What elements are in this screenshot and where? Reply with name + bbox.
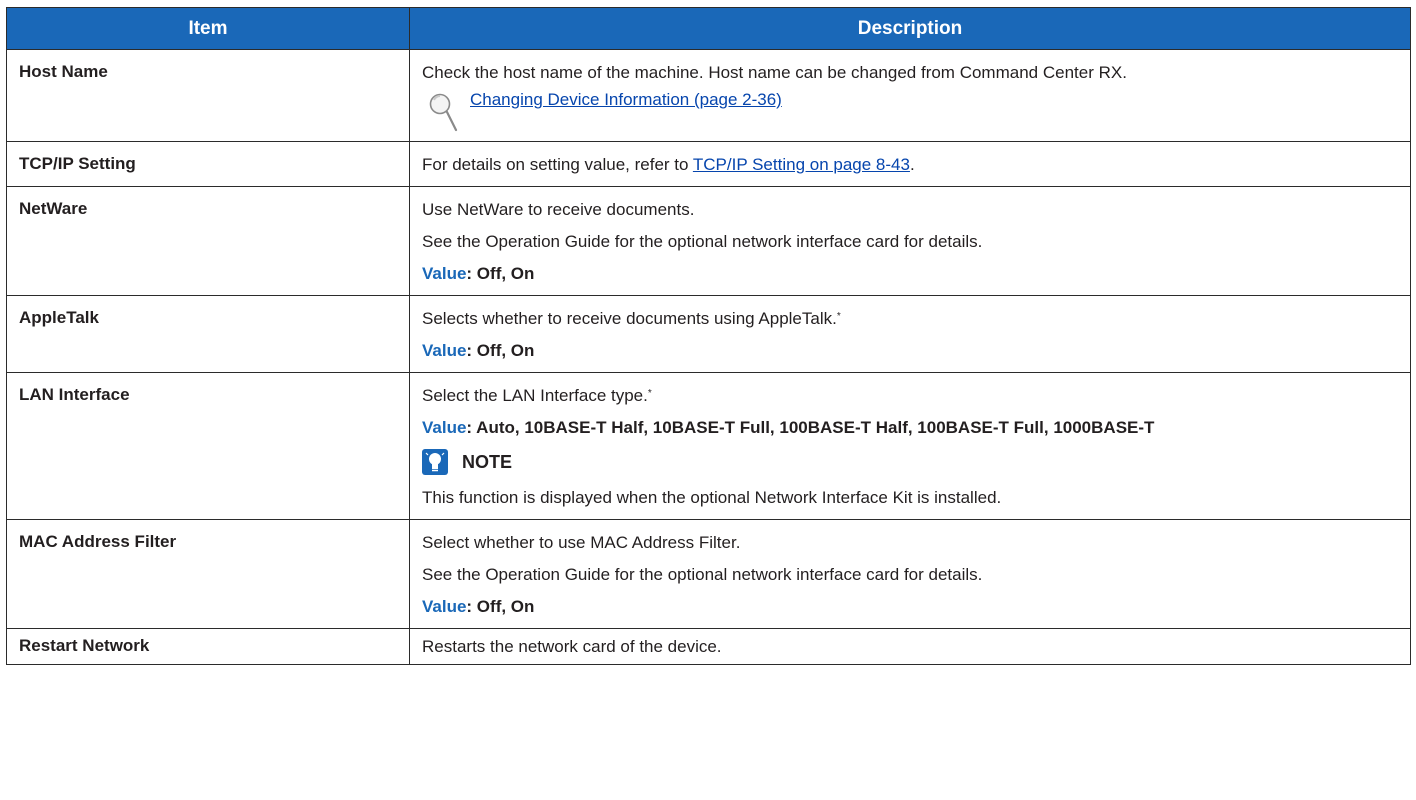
column-header-item: Item bbox=[6, 7, 410, 50]
table-row: Host Name Check the host name of the mac… bbox=[6, 49, 1411, 142]
item-name: Host Name bbox=[6, 49, 410, 142]
note-lightbulb-icon bbox=[422, 449, 448, 475]
footnote-marker: * bbox=[836, 311, 841, 322]
item-description: Restarts the network card of the device. bbox=[409, 628, 1411, 665]
value-line: Value: Off, On bbox=[422, 341, 535, 360]
reference-row: Changing Device Information (page 2-36) bbox=[422, 90, 1398, 134]
note-title: NOTE bbox=[462, 451, 513, 472]
item-name: MAC Address Filter bbox=[6, 519, 410, 629]
item-name: AppleTalk bbox=[6, 295, 410, 373]
column-header-description: Description bbox=[409, 7, 1411, 50]
item-name: TCP/IP Setting bbox=[6, 141, 410, 187]
item-name: LAN Interface bbox=[6, 372, 410, 520]
table-row: AppleTalk Selects whether to receive doc… bbox=[6, 295, 1411, 373]
table-header-row: Item Description bbox=[6, 7, 1411, 50]
description-text: Use NetWare to receive documents. bbox=[422, 200, 695, 219]
value-line: Value: Off, On bbox=[422, 597, 535, 616]
description-text: Check the host name of the machine. Host… bbox=[422, 63, 1127, 82]
item-name: NetWare bbox=[6, 186, 410, 296]
item-description: Use NetWare to receive documents. See th… bbox=[409, 186, 1411, 296]
item-name: Restart Network bbox=[6, 628, 410, 665]
description-text: Restarts the network card of the device. bbox=[422, 637, 722, 656]
description-text: For details on setting value, refer to T… bbox=[422, 155, 915, 174]
note-text: This function is displayed when the opti… bbox=[422, 488, 1002, 507]
description-text: See the Operation Guide for the optional… bbox=[422, 565, 983, 584]
table-row: LAN Interface Select the LAN Interface t… bbox=[6, 372, 1411, 520]
description-text: Select whether to use MAC Address Filter… bbox=[422, 533, 741, 552]
item-description: Check the host name of the machine. Host… bbox=[409, 49, 1411, 142]
value-line: Value: Off, On bbox=[422, 264, 535, 283]
reference-link[interactable]: Changing Device Information (page 2-36) bbox=[470, 90, 782, 110]
table-row: MAC Address Filter Select whether to use… bbox=[6, 519, 1411, 629]
note-header: NOTE bbox=[422, 449, 1398, 475]
table-row: Restart Network Restarts the network car… bbox=[6, 628, 1411, 665]
table-row: TCP/IP Setting For details on setting va… bbox=[6, 141, 1411, 187]
footnote-marker: * bbox=[647, 388, 652, 399]
magnifier-reference-icon bbox=[429, 93, 458, 132]
reference-link[interactable]: TCP/IP Setting on page 8-43 bbox=[693, 155, 910, 174]
settings-table: Item Description Host Name Check the hos… bbox=[6, 7, 1411, 665]
description-text: Select the LAN Interface type.* bbox=[422, 386, 652, 405]
table-row: NetWare Use NetWare to receive documents… bbox=[6, 186, 1411, 296]
value-line: Value: Auto, 10BASE-T Half, 10BASE-T Ful… bbox=[422, 418, 1155, 437]
item-description: Select whether to use MAC Address Filter… bbox=[409, 519, 1411, 629]
description-text: Selects whether to receive documents usi… bbox=[422, 309, 841, 328]
item-description: Select the LAN Interface type.* Value: A… bbox=[409, 372, 1411, 520]
item-description: Selects whether to receive documents usi… bbox=[409, 295, 1411, 373]
item-description: For details on setting value, refer to T… bbox=[409, 141, 1411, 187]
description-text: See the Operation Guide for the optional… bbox=[422, 232, 983, 251]
